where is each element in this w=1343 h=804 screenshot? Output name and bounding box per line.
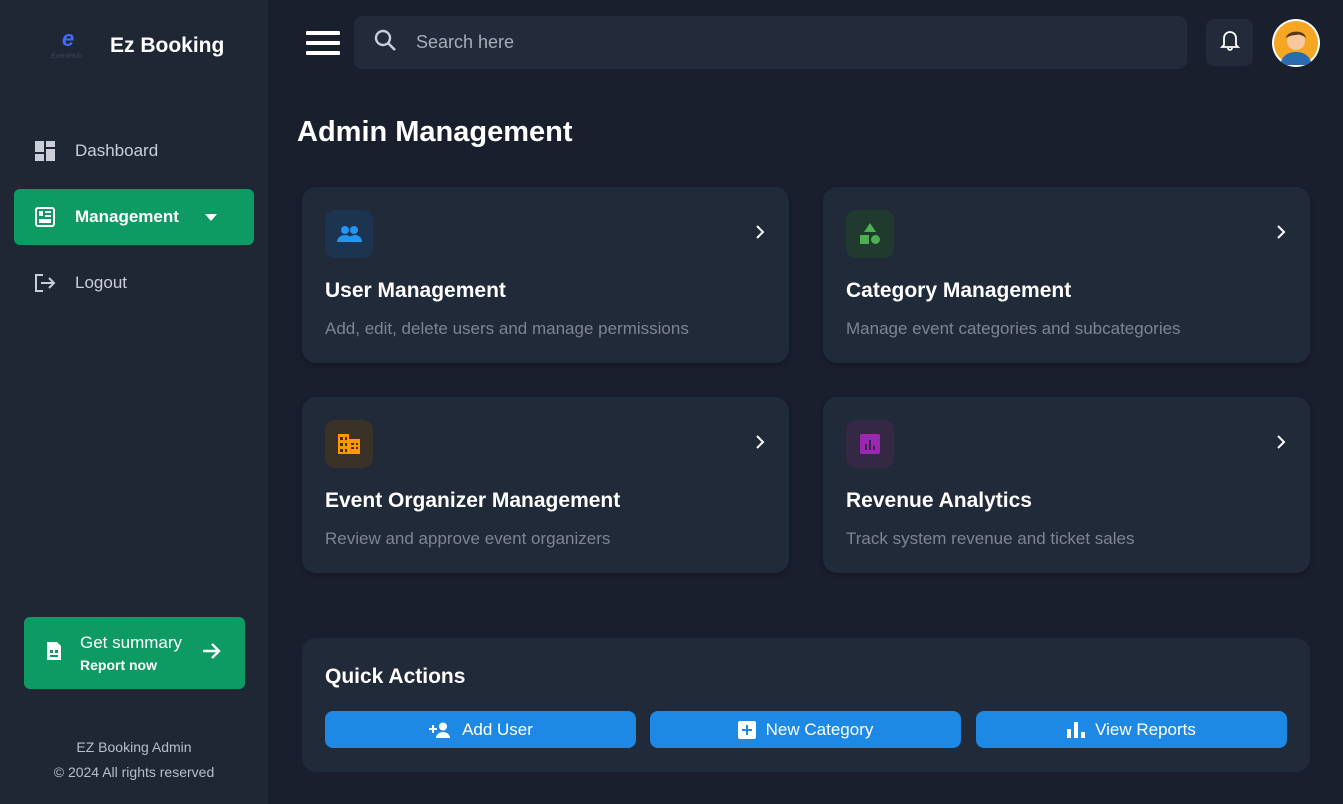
sidebar-item-management[interactable]: Management <box>14 189 254 245</box>
sidebar-item-logout[interactable]: Logout <box>14 255 254 311</box>
page-title: Admin Management <box>297 116 573 148</box>
new-category-button[interactable]: New Category <box>650 711 961 748</box>
quick-actions-title: Quick Actions <box>325 665 466 688</box>
chevron-down-icon <box>204 207 217 227</box>
footer-app-name: EZ Booking Admin <box>76 739 192 755</box>
brand-logo: e EventHub <box>50 26 98 66</box>
sidebar-item-label: Management <box>75 207 179 226</box>
sidebar-item-dashboard[interactable]: Dashboard <box>14 123 254 179</box>
bell-icon <box>1219 29 1240 56</box>
card-description: Add, edit, delete users and manage permi… <box>325 319 689 338</box>
brand-name: Ez Booking <box>110 34 225 57</box>
logout-icon <box>34 272 56 294</box>
user-management-card[interactable]: User Management Add, edit, delete users … <box>302 187 789 363</box>
card-description: Review and approve event organizers <box>325 529 611 548</box>
chevron-right-icon <box>1276 434 1286 455</box>
sidebar-item-label: Logout <box>75 273 127 292</box>
get-summary-button[interactable]: Get summary Report now <box>24 617 245 689</box>
logo-subtext: EventHub <box>51 53 82 60</box>
sidebar: e EventHub Ez Booking Dashboard Manageme… <box>0 0 268 804</box>
avatar[interactable] <box>1272 19 1320 67</box>
bar-chart-icon <box>1067 721 1086 738</box>
chevron-right-icon <box>1276 224 1286 245</box>
arrow-right-icon <box>202 642 222 665</box>
search-bar <box>354 16 1187 69</box>
search-input[interactable] <box>416 32 1116 53</box>
person-add-icon <box>428 722 452 738</box>
summary-title: Get summary <box>80 633 183 652</box>
button-label: New Category <box>765 719 874 739</box>
chevron-right-icon <box>755 224 765 245</box>
button-label: View Reports <box>1095 719 1196 739</box>
footer-copyright: © 2024 All rights reserved <box>53 764 215 780</box>
brand[interactable]: e EventHub Ez Booking <box>50 26 224 66</box>
quick-actions-panel: Quick Actions Add User New Category View… <box>302 638 1310 772</box>
card-title: Event Organizer Management <box>325 489 621 512</box>
dashboard-icon <box>34 140 56 162</box>
event-organizer-management-card[interactable]: Event Organizer Management Review and ap… <box>302 397 789 573</box>
search-icon <box>374 29 396 56</box>
card-title: User Management <box>325 279 506 302</box>
users-icon <box>325 210 373 258</box>
notification-button[interactable] <box>1206 19 1253 66</box>
logo-letter: e <box>62 26 75 51</box>
category-management-card[interactable]: Category Management Manage event categor… <box>823 187 1310 363</box>
card-description: Manage event categories and subcategorie… <box>846 319 1181 338</box>
view-reports-button[interactable]: View Reports <box>976 711 1287 748</box>
category-icon <box>846 210 894 258</box>
card-title: Category Management <box>846 279 1072 302</box>
hamburger-menu-icon[interactable] <box>306 31 340 55</box>
revenue-analytics-card[interactable]: Revenue Analytics Track system revenue a… <box>823 397 1310 573</box>
sidebar-item-label: Dashboard <box>75 141 159 160</box>
add-user-button[interactable]: Add User <box>325 711 636 748</box>
report-icon <box>44 641 64 666</box>
card-description: Track system revenue and ticket sales <box>846 529 1135 548</box>
summary-subtitle: Report now <box>80 657 157 673</box>
button-label: Add User <box>462 719 533 739</box>
management-icon <box>34 206 56 228</box>
chevron-right-icon <box>755 434 765 455</box>
analytics-icon <box>846 420 894 468</box>
card-title: Revenue Analytics <box>846 489 1032 512</box>
building-icon <box>325 420 373 468</box>
add-box-icon <box>737 720 756 739</box>
